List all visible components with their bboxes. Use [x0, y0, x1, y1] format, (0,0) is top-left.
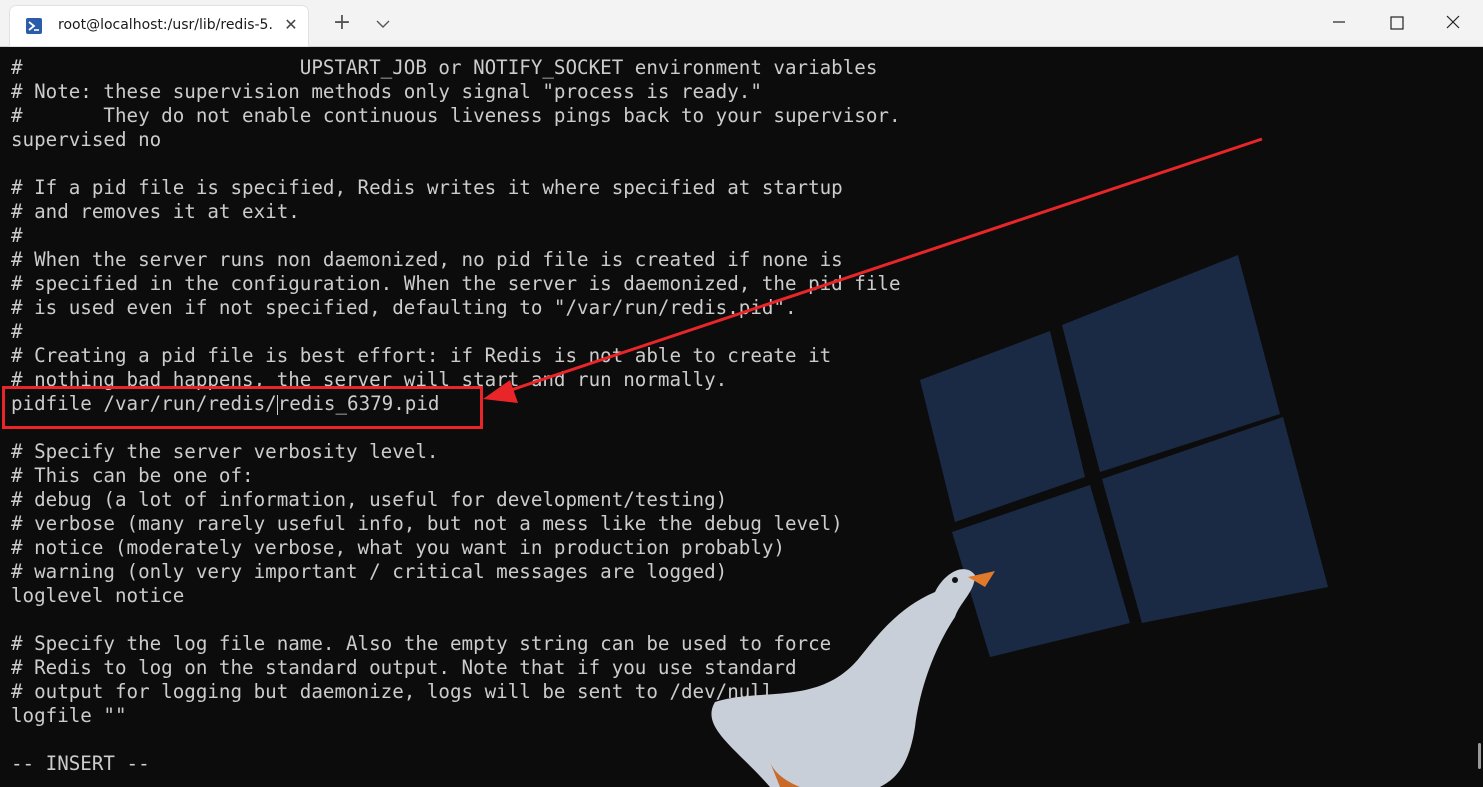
scrollbar-thumb[interactable]	[1478, 743, 1481, 769]
annotation-highlight-box	[2, 386, 483, 429]
close-button[interactable]	[1425, 0, 1483, 46]
terminal-line: # UPSTART_JOB or NOTIFY_SOCKET environme…	[11, 56, 878, 79]
tab-close-icon[interactable]: ✕	[282, 16, 300, 34]
terminal-line: # If a pid file is specified, Redis writ…	[11, 176, 843, 199]
terminal-line: # When the server runs non daemonized, n…	[11, 248, 843, 271]
close-icon	[1446, 15, 1460, 29]
terminal-line: # warning (only very important / critica…	[11, 560, 728, 583]
tab-title: root@localhost:/usr/lib/redis-5.	[58, 17, 273, 33]
terminal-line: # Specify the log file name. Also the em…	[11, 632, 832, 655]
terminal-line: # and removes it at exit.	[11, 200, 300, 223]
terminal-line: # Note: these supervision methods only s…	[11, 80, 762, 103]
terminal-line: # verbose (many rarely useful info, but …	[11, 512, 843, 535]
vim-mode-status: -- INSERT --	[11, 752, 150, 775]
terminal-line: supervised no	[11, 128, 162, 151]
minimize-button[interactable]	[1310, 0, 1368, 46]
terminal-line: #	[11, 224, 23, 247]
terminal-window: root@localhost:/usr/lib/redis-5. ✕ + # U…	[0, 0, 1483, 787]
title-bar: root@localhost:/usr/lib/redis-5. ✕ +	[0, 0, 1483, 47]
maximize-button[interactable]	[1368, 0, 1426, 46]
terminal-line: # debug (a lot of information, useful fo…	[11, 488, 728, 511]
terminal-line: #	[11, 320, 23, 343]
tab-root-localhost[interactable]: root@localhost:/usr/lib/redis-5. ✕	[10, 6, 308, 46]
terminal-line: # This can be one of:	[11, 464, 254, 487]
minimize-icon	[1333, 21, 1345, 23]
terminal-line: # Redis to log on the standard output. N…	[11, 656, 797, 679]
new-tab-button[interactable]: +	[332, 12, 352, 34]
terminal-line: # Specify the server verbosity level.	[11, 440, 439, 463]
terminal-pane[interactable]: # UPSTART_JOB or NOTIFY_SOCKET environme…	[0, 47, 1476, 787]
terminal-line: # They do not enable continuous liveness…	[11, 104, 901, 127]
terminal-line: # Creating a pid file is best effort: if…	[11, 344, 832, 367]
chevron-down-icon[interactable]	[373, 14, 393, 34]
powershell-icon	[26, 18, 42, 34]
terminal-line: loglevel notice	[11, 584, 185, 607]
terminal-line: # output for logging but daemonize, logs…	[11, 680, 774, 703]
terminal-line: # specified in the configuration. When t…	[11, 272, 901, 295]
terminal-line: # notice (moderately verbose, what you w…	[11, 536, 785, 559]
terminal-line: # is used even if not specified, default…	[11, 296, 797, 319]
maximize-icon	[1390, 16, 1404, 30]
vertical-scrollbar[interactable]	[1476, 47, 1483, 787]
terminal-line: logfile ""	[11, 704, 127, 727]
